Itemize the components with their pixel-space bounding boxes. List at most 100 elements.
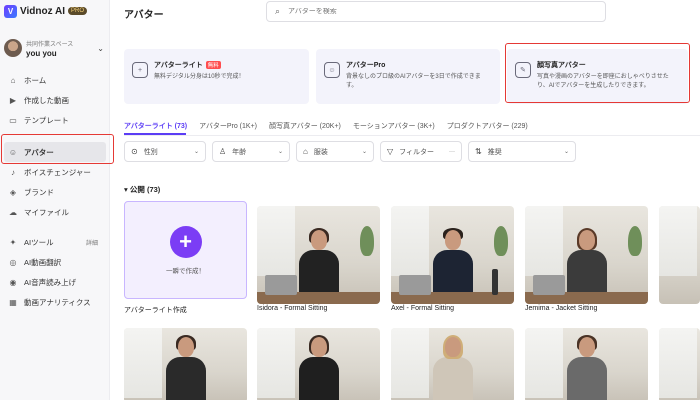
avatar-body: [432, 357, 473, 400]
tab-avatar-pro[interactable]: アバターPro (1K+): [199, 121, 257, 131]
filter-label: フィルター: [399, 148, 435, 156]
video-icon: ▶: [9, 95, 17, 105]
avatar-thumbnail-isidora[interactable]: [257, 206, 380, 304]
sidebar-item-ai-translate[interactable]: ◎ AI動画翻訳: [0, 252, 110, 272]
avatar-body: [298, 357, 339, 400]
avatar-person: [296, 335, 342, 400]
workspace-switcher[interactable]: 共同作業スペース you you ⌄: [4, 36, 104, 60]
gender-select[interactable]: ⊙ 性別 ⌄: [124, 141, 206, 162]
laptop: [533, 275, 565, 295]
bg-plant: [628, 226, 642, 256]
template-icon: ▭: [9, 115, 17, 125]
logo-text: Vidnoz AI: [20, 5, 65, 17]
tts-icon: ◉: [9, 277, 17, 287]
more-icon: ···: [449, 148, 455, 155]
avatar-thumbnail[interactable]: [391, 328, 514, 400]
tab-photo-avatar[interactable]: 顔写真アバター (20K+): [269, 121, 341, 131]
bg-window: [525, 206, 563, 276]
sidebar-item-ai-tools[interactable]: ✦ AIツール 詳細: [0, 232, 110, 252]
bg-window: [659, 206, 697, 276]
search-bar[interactable]: ⌕: [266, 1, 606, 22]
avatar-thumbnail[interactable]: [124, 328, 247, 400]
avatar-thumbnail-jemima[interactable]: [525, 206, 648, 304]
bg-window: [124, 328, 162, 398]
avatar-person: [564, 335, 610, 400]
avatar-tabs: アバターライト (73) アバターPro (1K+) 顔写真アバター (20K+…: [124, 121, 528, 131]
home-icon: ⌂: [10, 75, 16, 85]
laptop: [265, 275, 297, 295]
avatar-thumbnail-partial[interactable]: [659, 328, 700, 400]
pro-badge: PRO: [68, 7, 88, 15]
avatar-thumbnail[interactable]: [257, 328, 380, 400]
translate-icon: ◎: [9, 257, 17, 267]
workspace-name: you you: [26, 48, 57, 58]
search-input[interactable]: [288, 8, 569, 15]
feature-avatar-lite[interactable]: + アバターライト 無料 無料デジタル分身は10秒で完成！: [124, 49, 309, 104]
laptop: [399, 275, 431, 295]
bg-window: [391, 328, 429, 398]
section-title[interactable]: ▾ 公開 (73): [124, 184, 160, 195]
sidebar-item-label: マイファイル: [24, 207, 69, 217]
logo-icon: V: [4, 4, 17, 18]
avatar-thumbnail-partial[interactable]: [659, 206, 700, 304]
sidebar-item-label: ホーム: [24, 75, 47, 85]
avatar-body: [298, 250, 339, 296]
tab-product-avatar[interactable]: プロダクトアバター (229): [447, 121, 528, 131]
sidebar-item-brand[interactable]: ◈ ブランド: [0, 182, 110, 202]
add-person-icon: ☺: [324, 62, 340, 78]
more-link[interactable]: 詳細: [86, 238, 98, 247]
avatar-head: [444, 337, 461, 357]
sidebar-item-label: テンプレート: [24, 115, 69, 125]
bg-plant: [360, 226, 374, 256]
avatar-thumbnail-axel[interactable]: [391, 206, 514, 304]
sidebar-item-voice-changer[interactable]: ♪ ボイスチェンジャー: [0, 162, 110, 182]
age-icon: ♙: [219, 147, 227, 156]
avatar-head: [310, 337, 327, 357]
main-content: アバター ⌕ + アバターライト 無料 無料デジタル分身は10秒で完成！ ☺ ア…: [110, 0, 700, 400]
tab-motion-avatar[interactable]: モーションアバター (3K+): [353, 121, 435, 131]
feature-avatar-pro[interactable]: ☺ アバターPro 背景なしのプロ級のAIアバターを3日で作成できます。: [316, 49, 500, 104]
feature-desc: 背景なしのプロ級のAIアバターを3日で作成できます。: [346, 74, 481, 89]
sidebar-item-label: AI動画翻訳: [24, 257, 62, 267]
sort-select[interactable]: ⇅ 推奨 ⌄: [468, 141, 576, 162]
sidebar-item-my-files[interactable]: ☁ マイファイル: [0, 202, 110, 222]
filter-icon: ▽: [387, 147, 394, 156]
app-logo[interactable]: V Vidnoz AI PRO: [4, 4, 88, 18]
avatar-head: [444, 230, 461, 250]
cloud-icon: ☁: [9, 207, 17, 217]
create-avatar-card[interactable]: + 一瞬で作成！: [124, 201, 247, 299]
sidebar-item-videos[interactable]: ▶ 作成した動画: [0, 90, 110, 110]
avatar-body: [165, 357, 206, 400]
avatar-thumbnail[interactable]: [525, 328, 648, 400]
workspace-label: 共同作業スペース: [26, 41, 74, 48]
sidebar-item-ai-tts[interactable]: ◉ AI音声読み上げ: [0, 272, 110, 292]
feature-title: アバターPro: [346, 62, 386, 69]
filter-button[interactable]: ▽ フィルター ···: [380, 141, 462, 162]
section-title-text: 公開 (73): [129, 185, 161, 194]
search-icon: ⌕: [275, 6, 281, 16]
filter-bar: ⊙ 性別 ⌄ ♙ 年齢 ⌄ ⌂ 服装 ⌄ ▽ フィルター ··· ⇅ 推奨 ⌄: [124, 141, 576, 162]
sidebar-item-analytics[interactable]: ▦ 動画アナリティクス: [0, 292, 110, 312]
avatar-person: [564, 228, 610, 296]
avatar-head: [177, 337, 194, 357]
workspace-text: 共同作業スペース you you: [26, 39, 93, 58]
sidebar: V Vidnoz AI PRO 共同作業スペース you you ⌄ ⌂ ホーム…: [0, 0, 110, 400]
free-badge: 無料: [205, 61, 221, 69]
age-select[interactable]: ♙ 年齢 ⌄: [212, 141, 290, 162]
avatar-person: [163, 335, 209, 400]
clothing-select[interactable]: ⌂ 服装 ⌄: [296, 141, 374, 162]
filter-label: 年齢: [232, 148, 247, 156]
avatar-name: Isidora - Formal Sitting: [257, 305, 328, 312]
sidebar-item-label: AIツール: [24, 237, 54, 247]
bg-window: [391, 206, 429, 276]
avatar-person: [430, 228, 476, 296]
tab-avatar-lite[interactable]: アバターライト (73): [124, 121, 187, 131]
avatar-name: Axel - Formal Sitting: [391, 305, 455, 312]
voice-icon: ♪: [11, 167, 15, 177]
add-avatar-icon: +: [132, 62, 148, 78]
brand-icon: ◈: [9, 187, 17, 197]
avatar: [4, 39, 22, 57]
chevron-down-icon: ⌄: [277, 149, 283, 155]
sidebar-item-templates[interactable]: ▭ テンプレート: [0, 110, 110, 130]
sidebar-item-home[interactable]: ⌂ ホーム: [0, 70, 110, 90]
